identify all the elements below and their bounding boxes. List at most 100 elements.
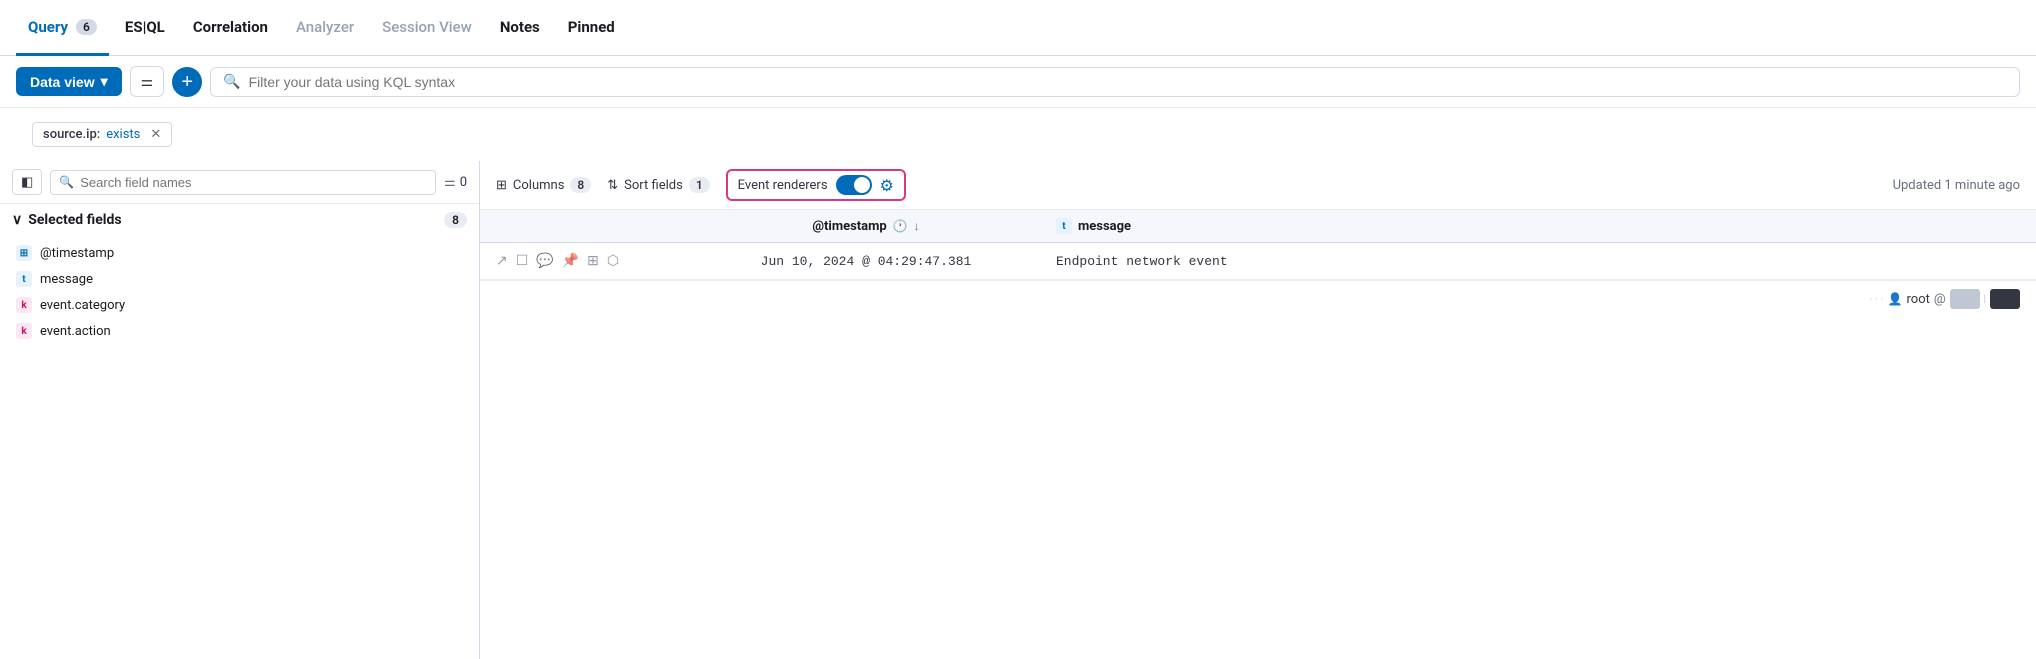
selected-fields-header[interactable]: ∨ Selected fields 8 <box>0 204 479 236</box>
sort-down-icon: ↓ <box>914 219 920 233</box>
user-host-box-light <box>1950 289 1980 309</box>
data-table: @timestamp 🕐 ↓ t message ↗ ☐ 💬 📌 ⊞ ⬡ <box>480 210 2036 659</box>
expand-icon[interactable]: ↗ <box>496 253 508 269</box>
field-filter-icon: ⚌ <box>444 175 456 190</box>
grid-icon[interactable]: ⊞ <box>587 253 599 269</box>
tab-session-view-label: Session View <box>382 18 472 36</box>
user-name: root <box>1907 292 1930 307</box>
event-renderers-label: Event renderers <box>738 178 828 193</box>
event-renderers-container: Event renderers ⚙ <box>726 169 906 201</box>
selected-fields-label: Selected fields <box>28 212 121 228</box>
tab-session-view[interactable]: Session View <box>370 1 484 56</box>
right-toolbar: ⊞ Columns 8 ⇅ Sort fields 1 Event render… <box>480 161 2036 210</box>
add-filter-button[interactable]: + <box>172 67 202 97</box>
field-type-date-icon: ⊞ <box>16 245 32 261</box>
tab-query-badge: 6 <box>76 19 97 35</box>
user-host-box-dark <box>1990 289 2020 309</box>
field-search-icon: 🔍 <box>59 175 74 189</box>
chevron-down-icon: ▾ <box>101 73 108 90</box>
tab-pinned-label: Pinned <box>568 18 615 36</box>
field-name-timestamp: @timestamp <box>40 246 114 261</box>
sort-fields-count: 1 <box>689 177 710 193</box>
field-item-event-action[interactable]: k event.action <box>0 318 479 344</box>
left-panel: ◧ 🔍 ⚌ 0 ∨ Selected fields 8 ⊞ @timestamp <box>0 161 480 659</box>
kql-search-bar[interactable]: 🔍 <box>210 67 2020 97</box>
tab-notes[interactable]: Notes <box>488 1 552 56</box>
filter-tag-value: exists <box>106 127 140 142</box>
select-checkbox-icon[interactable]: ☐ <box>516 253 529 269</box>
plus-icon: + <box>181 72 193 92</box>
filter-tag-close[interactable]: ✕ <box>150 127 161 142</box>
field-item-message[interactable]: t message <box>0 266 479 292</box>
field-filter-number: 0 <box>460 175 467 190</box>
kql-search-input[interactable] <box>249 74 2007 90</box>
search-icon: 🔍 <box>223 74 240 90</box>
sort-icon: ⇅ <box>607 178 618 193</box>
field-item-timestamp[interactable]: ⊞ @timestamp <box>0 240 479 266</box>
row-actions: ↗ ☐ 💬 📌 ⊞ ⬡ <box>496 253 676 269</box>
main-toolbar: Data view ▾ ⚌ + 🔍 <box>0 56 2036 108</box>
filter-tag: source.ip: exists ✕ <box>32 122 172 147</box>
tab-notes-label: Notes <box>500 18 540 36</box>
cube-icon[interactable]: ⬡ <box>607 253 619 269</box>
tab-esql-label: ES|QL <box>125 18 165 36</box>
field-list: ⊞ @timestamp t message k event.category … <box>0 236 479 348</box>
user-partial-row: · · · 👤 root @ | <box>480 280 2036 317</box>
table-header: @timestamp 🕐 ↓ t message <box>480 210 2036 243</box>
tab-analyzer[interactable]: Analyzer <box>284 1 366 56</box>
columns-toolbar-item[interactable]: ⊞ Columns 8 <box>496 177 591 193</box>
pin-icon[interactable]: 📌 <box>562 253 579 269</box>
field-search-container[interactable]: 🔍 <box>50 170 436 195</box>
row-timestamp: Jun 10, 2024 @ 04:29:47.381 <box>676 254 1056 269</box>
message-type-badge: t <box>1056 218 1072 234</box>
user-person-icon: 👤 <box>1888 292 1903 306</box>
comment-icon[interactable]: 💬 <box>536 253 553 269</box>
separator-line: | <box>1984 294 1986 305</box>
sidebar-collapse-icon: ◧ <box>21 174 33 189</box>
field-name-event-category: event.category <box>40 298 125 313</box>
timestamp-column-label: @timestamp <box>812 219 886 234</box>
main-content: ◧ 🔍 ⚌ 0 ∨ Selected fields 8 ⊞ @timestamp <box>0 161 2036 659</box>
sort-fields-label: Sort fields <box>624 178 683 193</box>
field-search-input[interactable] <box>80 175 427 190</box>
tab-correlation[interactable]: Correlation <box>181 1 280 56</box>
tab-correlation-label: Correlation <box>193 18 268 36</box>
field-type-keyword-icon-1: k <box>16 297 32 313</box>
data-view-button[interactable]: Data view ▾ <box>16 67 122 96</box>
message-column-label: message <box>1078 219 1131 234</box>
left-panel-toolbar: ◧ 🔍 ⚌ 0 <box>0 161 479 204</box>
tab-query-label: Query <box>28 18 68 36</box>
updated-text: Updated 1 minute ago <box>1893 178 2020 193</box>
event-renderers-toggle[interactable] <box>836 175 872 195</box>
dashed-separator: · · · <box>1869 293 1883 306</box>
table-header-message[interactable]: t message <box>1056 218 2020 234</box>
field-type-text-icon: t <box>16 271 32 287</box>
table-header-timestamp[interactable]: @timestamp 🕐 ↓ <box>676 219 1056 234</box>
table-row: ↗ ☐ 💬 📌 ⊞ ⬡ Jun 10, 2024 @ 04:29:47.381 … <box>480 243 2036 280</box>
field-item-event-category[interactable]: k event.category <box>0 292 479 318</box>
tab-analyzer-label: Analyzer <box>296 18 354 36</box>
filter-options-button[interactable]: ⚌ <box>130 66 165 97</box>
tab-esql[interactable]: ES|QL <box>113 1 177 56</box>
selected-fields-title-group: ∨ Selected fields <box>12 212 122 228</box>
filter-icon: ⚌ <box>141 73 154 90</box>
data-view-label: Data view <box>30 74 95 90</box>
chevron-down-icon: ∨ <box>12 212 22 228</box>
field-type-keyword-icon-2: k <box>16 323 32 339</box>
filter-tag-area: source.ip: exists ✕ <box>0 108 2036 161</box>
columns-count: 8 <box>570 177 591 193</box>
field-name-event-action: event.action <box>40 324 111 339</box>
tab-query[interactable]: Query 6 <box>16 1 109 56</box>
collapse-sidebar-button[interactable]: ◧ <box>12 169 42 195</box>
selected-fields-count: 8 <box>444 212 467 228</box>
right-panel: ⊞ Columns 8 ⇅ Sort fields 1 Event render… <box>480 161 2036 659</box>
field-filter-count: ⚌ 0 <box>444 175 467 190</box>
at-sign: @ <box>1934 292 1946 307</box>
filter-tag-key: source.ip: <box>43 127 100 142</box>
gear-icon[interactable]: ⚙ <box>880 176 894 195</box>
tab-pinned[interactable]: Pinned <box>556 1 627 56</box>
row-message: Endpoint network event <box>1056 254 2020 269</box>
sort-fields-toolbar-item[interactable]: ⇅ Sort fields 1 <box>607 177 709 193</box>
columns-label: Columns <box>513 178 565 193</box>
columns-icon: ⊞ <box>496 178 507 193</box>
